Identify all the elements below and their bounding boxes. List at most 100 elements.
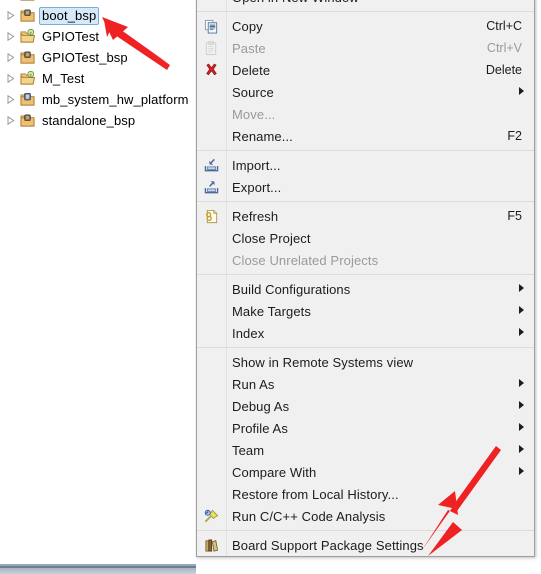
submenu-arrow-icon <box>519 306 534 316</box>
project-context-menu[interactable]: Open in New Window Copy Ctrl+C Paste Ctrl+V D… <box>196 0 535 557</box>
submenu-arrow-icon <box>519 284 534 294</box>
expand-triangle-icon[interactable] <box>4 47 18 68</box>
menu-item-shortcut: F5 <box>507 209 522 223</box>
expand-triangle-icon[interactable] <box>4 68 18 89</box>
project-explorer-panel: boot_bsp c GPIOTest GPIOTest_bsp c M_Test mb_s… <box>0 0 196 566</box>
submenu-arrow-icon <box>519 379 534 389</box>
menu-item[interactable]: Profile As <box>197 417 534 439</box>
menu-item[interactable]: Make Targets <box>197 300 534 322</box>
submenu-arrow-icon <box>519 467 534 477</box>
menu-item-no-icon <box>197 395 226 417</box>
window-bottom-edge <box>0 568 196 574</box>
menu-item[interactable]: Open in New Window <box>197 0 534 8</box>
expand-triangle-icon[interactable] <box>4 89 18 110</box>
menu-item-shortcut: Ctrl+C <box>486 19 522 33</box>
menu-separator <box>197 347 534 348</box>
menu-item[interactable]: Debug As <box>197 395 534 417</box>
tree-item[interactable]: boot_bsp <box>0 5 196 26</box>
menu-item-no-icon <box>197 483 226 505</box>
menu-item-label: Move... <box>232 106 276 122</box>
expand-triangle-icon[interactable] <box>4 26 18 47</box>
menu-item-label: Run C/C++ Code Analysis <box>232 508 386 524</box>
menu-item-label: Delete <box>232 62 271 78</box>
menu-item-label: Index <box>232 325 265 341</box>
menu-item-label: Run As <box>232 376 275 392</box>
c-project-icon: c <box>18 68 36 89</box>
submenu-arrow-icon <box>519 87 534 97</box>
menu-item[interactable]: Team <box>197 439 534 461</box>
menu-item-no-icon <box>197 300 226 322</box>
menu-item-label: Make Targets <box>232 303 311 319</box>
menu-item: Paste Ctrl+V <box>197 37 534 59</box>
menu-item-no-icon <box>197 125 226 147</box>
menu-item[interactable]: Run As <box>197 373 534 395</box>
menu-item[interactable]: Board Support Package Settings <box>197 534 534 556</box>
tree-item-label: boot_bsp <box>39 6 100 25</box>
tree-item-label: standalone_bsp <box>42 113 136 128</box>
menu-item-no-icon <box>197 373 226 395</box>
bsp-project-icon <box>18 110 36 131</box>
submenu-arrow-icon <box>519 401 534 411</box>
copy-icon <box>197 15 226 37</box>
menu-item[interactable]: Compare With <box>197 461 534 483</box>
menu-item-no-icon <box>197 249 226 271</box>
menu-item[interactable]: Index <box>197 322 534 344</box>
menu-item-no-icon <box>197 227 226 249</box>
bsp-project-icon <box>18 5 36 26</box>
hw-platform-icon <box>18 89 36 110</box>
menu-separator <box>197 150 534 151</box>
menu-item[interactable]: Rename... F2 <box>197 125 534 147</box>
menu-item-label: Import... <box>232 157 281 173</box>
menu-item: Close Unrelated Projects <box>197 249 534 271</box>
menu-item[interactable]: Source <box>197 81 534 103</box>
menu-separator <box>197 11 534 12</box>
menu-item-no-icon <box>197 351 226 373</box>
menu-item-label: Profile As <box>232 420 288 436</box>
menu-item-label: Paste <box>232 40 266 56</box>
menu-item-label: Show in Remote Systems view <box>232 354 414 370</box>
menu-item-no-icon <box>197 278 226 300</box>
menu-item[interactable]: Close Project <box>197 227 534 249</box>
menu-item-shortcut: F2 <box>507 129 522 143</box>
menu-item[interactable]: Restore from Local History... <box>197 483 534 505</box>
menu-item[interactable]: Refresh F5 <box>197 205 534 227</box>
menu-separator <box>197 201 534 202</box>
menu-item-label: Open in New Window <box>226 0 534 5</box>
menu-item[interactable]: Build Configurations <box>197 278 534 300</box>
tree-item[interactable]: GPIOTest_bsp <box>0 47 196 68</box>
project-tree[interactable]: boot_bsp c GPIOTest GPIOTest_bsp c M_Test mb_s… <box>0 0 196 131</box>
menu-item-no-icon <box>197 81 226 103</box>
menu-item-label: Export... <box>232 179 282 195</box>
menu-item: Move... <box>197 103 534 125</box>
tree-item-label: M_Test <box>42 71 85 86</box>
tree-item-label: mb_system_hw_platform <box>42 92 189 107</box>
menu-item[interactable]: Show in Remote Systems view <box>197 351 534 373</box>
tree-item-label: GPIOTest_bsp <box>42 50 128 65</box>
tree-item[interactable]: mb_system_hw_platform <box>0 89 196 110</box>
tree-item[interactable]: c M_Test <box>0 68 196 89</box>
menu-item[interactable]: Run C/C++ Code Analysis <box>197 505 534 527</box>
eclipse-screenshot: boot_bsp c GPIOTest GPIOTest_bsp c M_Test mb_s… <box>0 0 541 574</box>
menu-item-label: Team <box>232 442 265 458</box>
menu-item-label: Board Support Package Settings <box>232 537 424 553</box>
menu-separator <box>197 530 534 531</box>
menu-item-no-icon <box>197 417 226 439</box>
tree-item[interactable]: c GPIOTest <box>0 26 196 47</box>
menu-item-label: Close Unrelated Projects <box>232 252 379 268</box>
tree-item-label: GPIOTest <box>42 29 100 44</box>
menu-item-label: Source <box>232 84 274 100</box>
menu-item-label: Refresh <box>232 208 279 224</box>
menu-item-shortcut: Ctrl+V <box>486 41 522 55</box>
bsp-settings-icon <box>197 534 226 556</box>
bsp-project-icon <box>18 47 36 68</box>
paste-icon <box>197 37 226 59</box>
menu-item-shortcut: Delete <box>485 63 522 77</box>
menu-item[interactable]: Copy Ctrl+C <box>197 15 534 37</box>
expand-triangle-icon[interactable] <box>4 110 18 131</box>
menu-item[interactable]: Export... <box>197 176 534 198</box>
menu-item[interactable]: Delete Delete <box>197 59 534 81</box>
tree-item[interactable]: standalone_bsp <box>0 110 196 131</box>
menu-item-label: Close Project <box>232 230 311 246</box>
expand-triangle-icon[interactable] <box>4 5 18 26</box>
menu-item[interactable]: Import... <box>197 154 534 176</box>
